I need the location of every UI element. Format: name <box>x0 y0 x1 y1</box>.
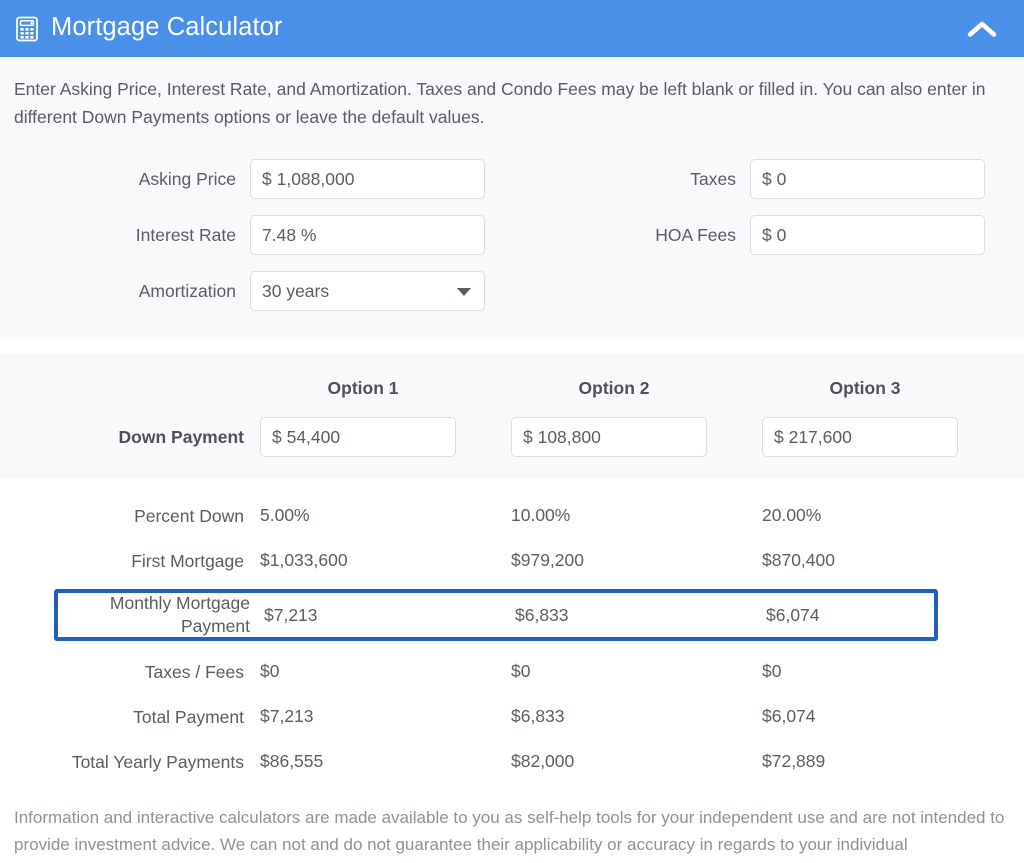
taxes-row: Taxes $ 0 <box>512 151 1012 207</box>
first-mortgage-value-3: $870,400 <box>762 550 835 570</box>
inputs-right-column: Taxes $ 0 HOA Fees $ 0 <box>512 151 1012 319</box>
monthly-mortgage-payment-value-2: $6,833 <box>515 604 569 625</box>
total-payment-value-1: $7,213 <box>260 706 314 726</box>
chevron-down-icon <box>457 288 471 296</box>
monthly-mortgage-payment-label-line2: Payment <box>180 616 250 636</box>
percent-down-value-1: 5.00% <box>260 505 310 525</box>
taxes-fees-value-2: $0 <box>511 661 531 681</box>
asking-price-label: Asking Price <box>138 168 236 189</box>
down-payment-cell-3: $ 217,600 <box>762 417 1013 457</box>
hoa-fees-row: HOA Fees $ 0 <box>512 207 1012 263</box>
down-payment-row: Down Payment $ 54,400 $ 108,800 $ 217,60… <box>12 411 1012 463</box>
option-3-header: Option 3 <box>829 377 901 398</box>
chevron-up-icon <box>967 20 997 38</box>
inputs-left-column: Asking Price $ 1,088,000 Interest Rate 7… <box>12 151 512 319</box>
down-payment-cell-1: $ 54,400 <box>260 417 511 457</box>
page-title: Mortgage Calculator <box>51 12 283 41</box>
amortization-label: Amortization <box>138 280 236 301</box>
asking-price-input[interactable]: $ 1,088,000 <box>250 159 485 199</box>
mortgage-calculator-widget: Mortgage Calculator Enter Asking Price, … <box>0 0 1024 863</box>
monthly-mortgage-payment-label-line1: Monthly Mortgage <box>109 593 250 613</box>
collapse-toggle-button[interactable] <box>962 9 1002 49</box>
amortization-select[interactable]: 30 years <box>250 271 485 311</box>
total-payment-value-2: $6,833 <box>511 706 565 726</box>
options-header-row: Option 1 Option 2 Option 3 <box>12 365 1012 411</box>
amortization-selected-value: 30 years <box>262 280 330 301</box>
total-yearly-payments-value-1: $86,555 <box>260 751 324 771</box>
percent-down-value-2: 10.00% <box>511 505 571 525</box>
option-1-header: Option 1 <box>327 377 399 398</box>
first-mortgage-value-2: $979,200 <box>511 550 584 570</box>
down-payment-input-1[interactable]: $ 54,400 <box>260 417 456 457</box>
table-row-total-payment: Total Payment $7,213 $6,833 $6,074 <box>12 694 1012 739</box>
total-yearly-payments-value-3: $72,889 <box>762 751 826 771</box>
total-yearly-payments-value-2: $82,000 <box>511 751 575 771</box>
table-row-taxes-fees: Taxes / Fees $0 $0 $0 <box>12 649 1012 694</box>
inputs-section: Asking Price $ 1,088,000 Interest Rate 7… <box>0 141 1024 339</box>
hoa-fees-input[interactable]: $ 0 <box>750 215 985 255</box>
widget-header: Mortgage Calculator <box>0 0 1024 57</box>
first-mortgage-label: First Mortgage <box>131 550 244 571</box>
options-band: Option 1 Option 2 Option 3 Down Payment … <box>0 353 1024 479</box>
table-row-total-yearly-payments: Total Yearly Payments $86,555 $82,000 $7… <box>12 739 1012 784</box>
down-payment-cell-2: $ 108,800 <box>511 417 762 457</box>
option-2-header: Option 2 <box>578 377 650 398</box>
total-payment-label: Total Payment <box>133 706 244 727</box>
taxes-fees-value-1: $0 <box>260 661 280 681</box>
section-divider <box>0 339 1024 353</box>
down-payment-input-3[interactable]: $ 217,600 <box>762 417 958 457</box>
total-payment-value-3: $6,074 <box>762 706 816 726</box>
percent-down-label: Percent Down <box>134 505 244 526</box>
amortization-row: Amortization 30 years <box>12 263 512 319</box>
hoa-fees-label: HOA Fees <box>655 224 736 245</box>
interest-rate-label: Interest Rate <box>135 224 236 245</box>
table-row-percent-down: Percent Down 5.00% 10.00% 20.00% <box>12 493 1012 538</box>
monthly-mortgage-payment-value-1: $7,213 <box>264 604 318 625</box>
calculator-icon <box>14 16 40 42</box>
down-payment-input-2[interactable]: $ 108,800 <box>511 417 707 457</box>
table-row-first-mortgage: First Mortgage $1,033,600 $979,200 $870,… <box>12 538 1012 583</box>
interest-rate-input[interactable]: 7.48 % <box>250 215 485 255</box>
disclaimer-text: Information and interactive calculators … <box>0 792 1024 863</box>
taxes-input[interactable]: $ 0 <box>750 159 985 199</box>
percent-down-value-3: 20.00% <box>762 505 822 525</box>
interest-rate-row: Interest Rate 7.48 % <box>12 207 512 263</box>
taxes-fees-label: Taxes / Fees <box>144 661 244 682</box>
table-row-monthly-mortgage-payment: Monthly Mortgage Payment $7,213 $6,833 $… <box>54 589 938 641</box>
header-left-group: Mortgage Calculator <box>14 12 283 43</box>
asking-price-row: Asking Price $ 1,088,000 <box>12 151 512 207</box>
first-mortgage-value-1: $1,033,600 <box>260 550 348 570</box>
intro-description: Enter Asking Price, Interest Rate, and A… <box>0 57 1024 141</box>
taxes-fees-value-3: $0 <box>762 661 782 681</box>
results-table: Percent Down 5.00% 10.00% 20.00% First M… <box>0 479 1024 792</box>
monthly-mortgage-payment-value-3: $6,074 <box>766 604 820 625</box>
total-yearly-payments-label: Total Yearly Payments <box>71 751 244 772</box>
taxes-label: Taxes <box>690 168 736 189</box>
monthly-mortgage-payment-label: Monthly Mortgage Payment <box>58 592 264 638</box>
down-payment-label: Down Payment <box>118 427 244 447</box>
